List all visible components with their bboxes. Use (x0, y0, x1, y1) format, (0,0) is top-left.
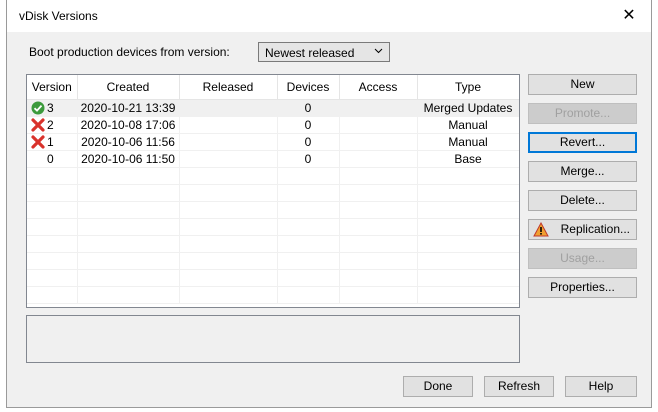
properties-button[interactable]: Properties... (528, 277, 637, 298)
devices-cell: 0 (277, 133, 340, 151)
warning-icon (533, 222, 549, 237)
red-x-icon (31, 135, 45, 149)
column-header-released[interactable]: Released (179, 75, 278, 100)
created-cell: 2020-10-06 11:50 (77, 150, 180, 168)
column-header-version[interactable]: Version (27, 75, 78, 100)
version-cell: 0 (27, 150, 78, 168)
versions-table: Version Created Released Devices Access … (27, 75, 519, 304)
access-cell (339, 116, 418, 134)
chevron-down-icon (374, 48, 383, 54)
close-icon: ✕ (622, 7, 636, 24)
title-bar: vDisk Versions ✕ (7, 0, 651, 32)
boot-version-dropdown[interactable]: Newest released (258, 42, 390, 62)
created-cell: 2020-10-21 13:39 (77, 99, 180, 117)
replication-button[interactable]: Replication... (528, 219, 637, 240)
released-cell (179, 133, 278, 151)
access-cell (339, 133, 418, 151)
promote-button[interactable]: Promote... (528, 103, 637, 124)
revert-button[interactable]: Revert... (528, 132, 637, 153)
released-cell (179, 116, 278, 134)
empty-row (27, 167, 519, 185)
version-cell: 3 (27, 99, 78, 117)
check-circle-icon (31, 101, 45, 115)
column-header-access[interactable]: Access (339, 75, 418, 100)
access-cell (339, 150, 418, 168)
table-row[interactable]: 3 2020-10-21 13:39 0 Merged Updates (27, 99, 519, 117)
access-cell (339, 99, 418, 117)
close-button[interactable]: ✕ (607, 0, 651, 32)
empty-row (27, 184, 519, 202)
table-row[interactable]: 0 2020-10-06 11:50 0 Base (27, 150, 519, 168)
version-cell: 1 (27, 133, 78, 151)
vdisk-versions-dialog: vDisk Versions ✕ Boot production devices… (6, 0, 652, 408)
description-box (26, 315, 520, 363)
done-button[interactable]: Done (403, 376, 473, 397)
type-cell: Manual (417, 133, 519, 151)
usage-button[interactable]: Usage... (528, 248, 637, 269)
released-cell (179, 99, 278, 117)
table-row[interactable]: 1 2020-10-06 11:56 0 Manual (27, 133, 519, 151)
type-cell: Manual (417, 116, 519, 134)
version-number: 1 (47, 135, 54, 149)
version-number: 3 (47, 101, 54, 115)
created-cell: 2020-10-06 11:56 (77, 133, 180, 151)
empty-row (27, 252, 519, 270)
version-cell: 2 (27, 116, 78, 134)
devices-cell: 0 (277, 150, 340, 168)
empty-row (27, 235, 519, 253)
refresh-button[interactable]: Refresh (484, 376, 554, 397)
devices-cell: 0 (277, 99, 340, 117)
released-cell (179, 150, 278, 168)
replication-button-label: Replication... (560, 222, 630, 236)
help-button[interactable]: Help (565, 376, 637, 397)
column-header-devices[interactable]: Devices (277, 75, 340, 100)
window-title: vDisk Versions (19, 9, 98, 23)
empty-row (27, 286, 519, 304)
created-cell: 2020-10-08 17:06 (77, 116, 180, 134)
version-number: 0 (47, 152, 54, 166)
boot-version-label: Boot production devices from version: (29, 45, 230, 59)
versions-list[interactable]: Version Created Released Devices Access … (26, 74, 520, 308)
table-row[interactable]: 2 2020-10-08 17:06 0 Manual (27, 116, 519, 134)
empty-row (27, 201, 519, 219)
table-header: Version Created Released Devices Access … (27, 75, 519, 100)
devices-cell: 0 (277, 116, 340, 134)
merge-button[interactable]: Merge... (528, 161, 637, 182)
boot-version-selected: Newest released (265, 46, 355, 60)
delete-button[interactable]: Delete... (528, 190, 637, 211)
version-number: 2 (47, 118, 54, 132)
type-cell: Base (417, 150, 519, 168)
new-button[interactable]: New (528, 74, 637, 95)
red-x-icon (31, 118, 45, 132)
type-cell: Merged Updates (417, 99, 519, 117)
empty-row (27, 218, 519, 236)
empty-row (27, 269, 519, 287)
column-header-created[interactable]: Created (77, 75, 180, 100)
column-header-type[interactable]: Type (417, 75, 519, 100)
